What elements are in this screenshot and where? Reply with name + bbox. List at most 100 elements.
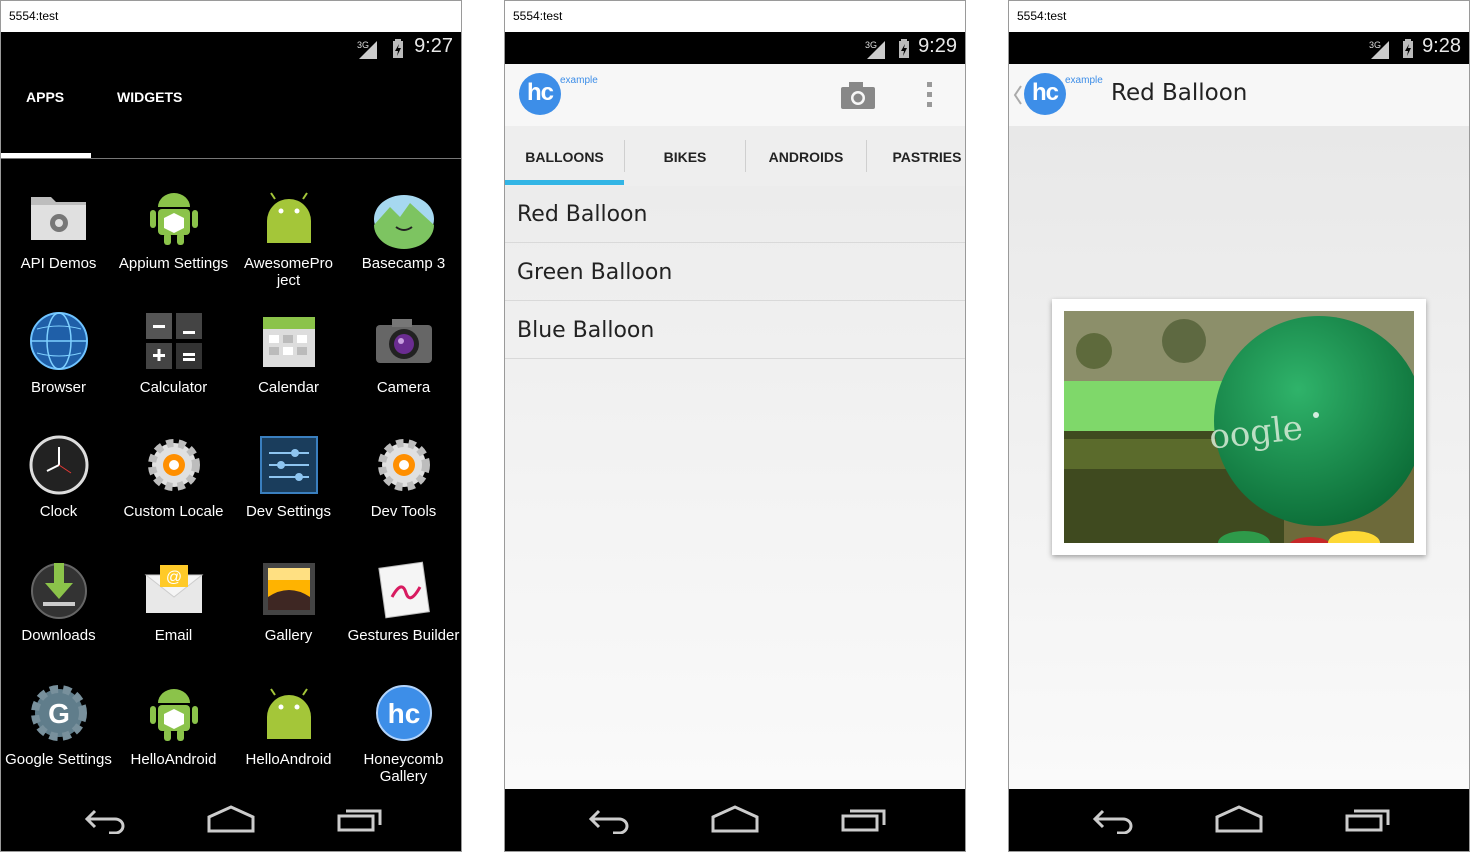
gesture-icon — [377, 561, 430, 619]
app-dev-tools[interactable]: Dev Tools — [346, 433, 461, 520]
list-item[interactable]: Green Balloon — [505, 244, 965, 301]
camera-icon — [375, 319, 432, 363]
app-calendar[interactable]: Calendar — [231, 309, 346, 396]
balloon-list: Red Balloon Green Balloon Blue Balloon — [505, 186, 965, 789]
status-clock: 9:29 — [918, 35, 957, 57]
app-logo[interactable]: hc — [1024, 73, 1066, 115]
emulator-window-3: 5554:test 3G 9:28 hc example Red Balloon — [1008, 0, 1470, 852]
tab-apps[interactable]: APPS — [26, 64, 64, 126]
tab-pastries[interactable]: PASTRIES — [867, 126, 965, 186]
app-gallery[interactable]: Gallery — [231, 557, 346, 644]
battery-icon — [899, 39, 909, 58]
tab-indicator — [505, 180, 624, 185]
tab-androids[interactable]: ANDROIDS — [746, 126, 866, 186]
android-robot-icon — [149, 689, 198, 741]
status-clock: 9:28 — [1422, 35, 1461, 57]
tab-divider — [1, 158, 461, 159]
svg-text:@: @ — [165, 569, 181, 586]
calculator-icon — [145, 313, 202, 369]
google-gear-icon: G — [30, 685, 87, 741]
back-icon[interactable] — [1087, 804, 1135, 834]
nav-bar — [505, 789, 965, 851]
list-item[interactable]: Blue Balloon — [505, 302, 965, 359]
app-custom-locale[interactable]: Custom Locale — [116, 433, 231, 520]
gear-orange-icon — [147, 439, 200, 491]
signal-icon: 3G — [357, 40, 377, 59]
status-bar: 3G 9:29 — [505, 32, 965, 64]
clock-icon — [29, 435, 88, 495]
gear-orange-icon — [377, 439, 430, 491]
app-appium-settings[interactable]: Appium Settings — [116, 185, 231, 272]
app-clock[interactable]: Clock — [1, 433, 116, 520]
up-chevron-icon[interactable] — [1013, 84, 1023, 106]
calendar-icon — [262, 317, 315, 367]
sliders-icon — [259, 436, 318, 494]
home-icon[interactable] — [710, 804, 760, 834]
emulator-window-2: 5554:test 3G 9:29 hc example BALLOONS BI… — [504, 0, 966, 852]
download-icon — [30, 563, 87, 619]
overflow-menu-icon[interactable] — [923, 80, 937, 110]
app-helloandroid-1[interactable]: HelloAndroid — [116, 681, 231, 768]
recents-icon[interactable] — [1344, 804, 1394, 834]
back-icon[interactable] — [79, 804, 127, 834]
app-basecamp[interactable]: Basecamp 3 — [346, 185, 461, 272]
window-title: 5554:test — [505, 1, 965, 32]
emulator-window-1: 5554:test 3G 9:27 APPS WIDGETS API Demos — [0, 0, 462, 852]
nav-bar — [1, 789, 461, 851]
app-api-demos[interactable]: API Demos — [1, 185, 116, 272]
app-logo-sub: example — [1065, 75, 1103, 86]
basecamp-icon — [373, 195, 434, 249]
tab-bikes[interactable]: BIKES — [625, 126, 745, 186]
status-clock: 9:27 — [414, 35, 453, 57]
app-browser[interactable]: Browser — [1, 309, 116, 396]
app-downloads[interactable]: Downloads — [1, 557, 116, 644]
email-icon: @ — [144, 565, 203, 613]
tab-balloons[interactable]: BALLOONS — [505, 126, 624, 186]
app-honeycomb-gallery[interactable]: hc Honeycomb Gallery — [346, 681, 461, 785]
app-logo[interactable]: hc — [519, 73, 561, 115]
app-dev-settings[interactable]: Dev Settings — [231, 433, 346, 520]
signal-icon: 3G — [1369, 40, 1389, 59]
photo-frame: oogle — [1052, 299, 1426, 555]
list-item[interactable]: Red Balloon — [505, 186, 965, 243]
status-bar: 3G 9:28 — [1009, 32, 1469, 64]
detail-area: oogle — [1009, 126, 1469, 789]
page-title: Red Balloon — [1111, 80, 1248, 106]
device-screen: 3G 9:28 hc example Red Balloon oogle — [1009, 32, 1469, 851]
battery-icon — [1403, 39, 1413, 58]
gallery-icon — [262, 563, 315, 615]
camera-icon[interactable] — [839, 79, 877, 111]
tab-widgets[interactable]: WIDGETS — [117, 64, 182, 126]
battery-icon — [393, 39, 403, 58]
app-awesomeproject[interactable]: AwesomePro ject — [231, 185, 346, 289]
balloon-photo[interactable]: oogle — [1064, 311, 1414, 543]
app-calculator[interactable]: Calculator — [116, 309, 231, 396]
android-head-icon — [266, 688, 311, 739]
window-title: 5554:test — [1, 1, 461, 32]
svg-text:G: G — [48, 698, 70, 729]
globe-icon — [29, 312, 88, 370]
signal-icon: 3G — [865, 40, 885, 59]
action-bar: hc example Red Balloon — [1009, 64, 1469, 126]
app-helloandroid-2[interactable]: HelloAndroid — [231, 681, 346, 768]
back-icon[interactable] — [583, 804, 631, 834]
android-robot-icon — [149, 193, 198, 245]
device-screen: 3G 9:29 hc example BALLOONS BIKES ANDROI… — [505, 32, 965, 851]
status-bar: 3G 9:27 — [1, 32, 461, 64]
app-gestures-builder[interactable]: Gestures Builder — [346, 557, 461, 644]
folder-gear-icon — [30, 197, 86, 240]
balloon-image: oogle — [1064, 311, 1414, 543]
svg-text:3G: 3G — [865, 40, 877, 50]
category-tabs: BALLOONS BIKES ANDROIDS PASTRIES — [505, 126, 965, 186]
app-drawer: APPS WIDGETS API Demos Appium Settings A… — [1, 64, 461, 789]
app-camera[interactable]: Camera — [346, 309, 461, 396]
nav-bar — [1009, 789, 1469, 851]
recents-icon[interactable] — [840, 804, 890, 834]
app-google-settings[interactable]: G Google Settings — [1, 681, 116, 768]
recents-icon[interactable] — [336, 804, 386, 834]
app-email[interactable]: @ Email — [116, 557, 231, 644]
home-icon[interactable] — [206, 804, 256, 834]
window-title: 5554:test — [1009, 1, 1469, 32]
hc-icon: hc — [375, 685, 432, 741]
home-icon[interactable] — [1214, 804, 1264, 834]
